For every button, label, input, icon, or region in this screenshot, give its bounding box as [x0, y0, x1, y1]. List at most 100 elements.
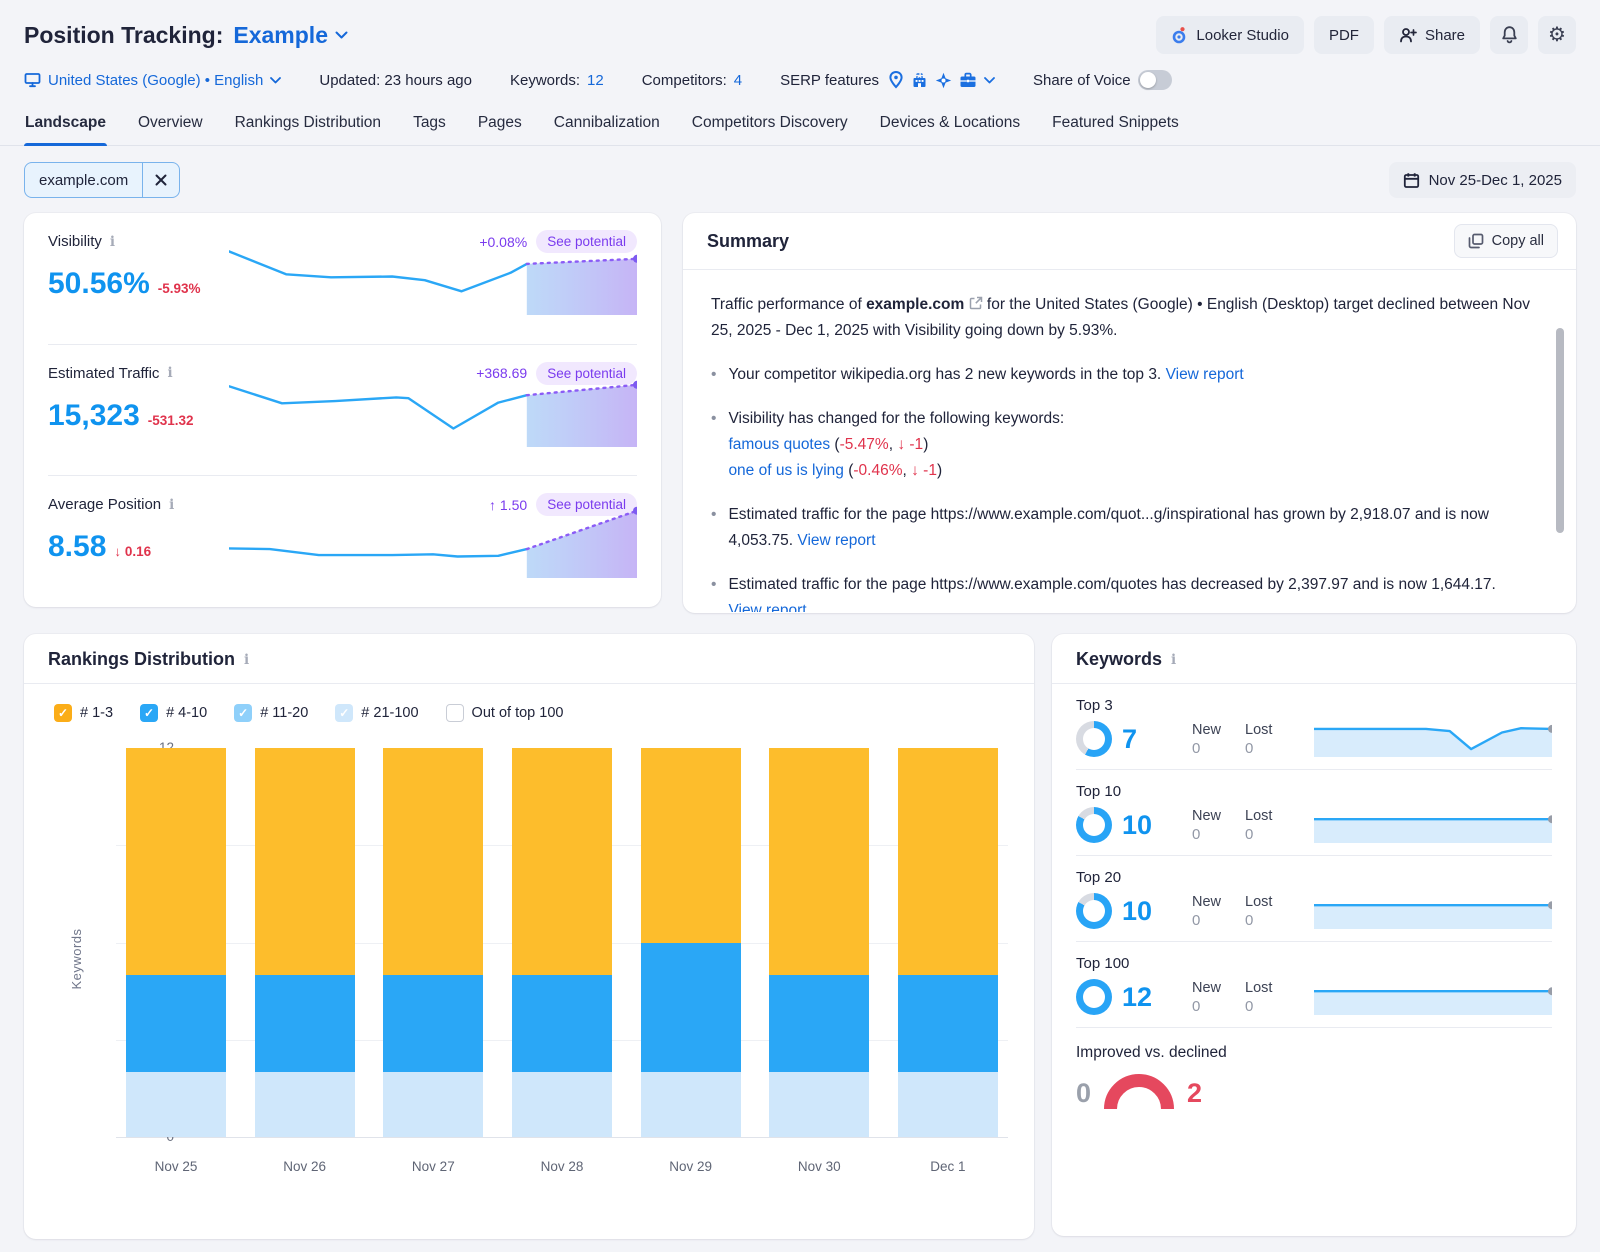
pdf-button[interactable]: PDF — [1313, 16, 1374, 54]
pdf-label: PDF — [1328, 26, 1359, 44]
serp-features[interactable]: SERP features — [780, 71, 995, 89]
locale-label: United States (Google) • English — [48, 71, 264, 89]
summary-title: Summary — [707, 230, 790, 251]
info-icon[interactable]: i — [110, 234, 115, 250]
x-axis-labels: Nov 25 Nov 26 Nov 27 Nov 28 Nov 29 Nov 3… — [126, 1159, 998, 1174]
settings-button[interactable]: ⚙ — [1538, 16, 1576, 54]
tab-featured-snippets[interactable]: Featured Snippets — [1051, 110, 1180, 145]
project-selector[interactable]: Example — [233, 22, 348, 49]
top20-donut — [1076, 893, 1112, 929]
keywords-label: Keywords: — [510, 71, 581, 89]
external-link-icon[interactable] — [969, 296, 983, 310]
declined-count: 2 — [1187, 1078, 1203, 1108]
view-report-link[interactable]: View report — [728, 602, 806, 612]
lost-value: 0 — [1245, 997, 1254, 1015]
x-label: Dec 1 — [930, 1159, 966, 1174]
share-of-voice: Share of Voice — [1033, 70, 1172, 90]
legend-item-out-of-top-100[interactable]: Out of top 100 — [445, 704, 563, 722]
comma: , — [902, 462, 912, 479]
filter-row: example.com Nov 25-Dec 1, 2025 — [0, 146, 1600, 198]
legend-item-11-20[interactable]: ✓ # 11-20 — [234, 704, 308, 722]
tab-competitors-discovery[interactable]: Competitors Discovery — [691, 110, 849, 145]
y-axis-label: Keywords — [69, 928, 85, 990]
lost-label: Lost — [1245, 721, 1273, 738]
info-icon[interactable]: i — [244, 652, 249, 668]
top20-label: Top 20 — [1076, 869, 1122, 886]
paren: ) — [936, 462, 943, 479]
domain-chip-label[interactable]: example.com — [25, 163, 144, 197]
bar-dec-1[interactable] — [897, 748, 998, 1137]
bar-segment — [383, 748, 484, 975]
checkbox-21-100[interactable]: ✓ — [335, 704, 354, 722]
bar-nov-25[interactable] — [126, 748, 226, 1137]
summary-scrollbar[interactable] — [1556, 328, 1564, 533]
locale-selector[interactable]: United States (Google) • English — [24, 71, 282, 89]
top3-count: 7 — [1122, 723, 1138, 754]
tab-tags[interactable]: Tags — [412, 110, 447, 145]
bar-segment — [254, 974, 355, 1073]
bar-nov-27[interactable] — [383, 748, 484, 1137]
keyword-link-one-of-us[interactable]: one of us is lying — [728, 462, 843, 479]
gear-icon: ⚙ — [1548, 24, 1566, 46]
top100-sparkline — [1314, 979, 1552, 1015]
info-icon[interactable]: i — [1171, 652, 1176, 668]
improved-count: 0 — [1076, 1078, 1092, 1108]
checkbox-11-20[interactable]: ✓ — [234, 704, 253, 722]
checkbox-4-10[interactable]: ✓ — [140, 704, 159, 722]
date-range-label: Nov 25-Dec 1, 2025 — [1428, 171, 1562, 189]
bar-segment — [126, 974, 226, 1073]
share-of-voice-toggle[interactable] — [1137, 70, 1172, 90]
summary-bullet-page-grown: Estimated traffic for the page https://w… — [711, 502, 1530, 554]
copy-all-button[interactable]: Copy all — [1453, 224, 1558, 258]
meta-row: United States (Google) • English Updated… — [24, 70, 1576, 90]
tab-devices-locations[interactable]: Devices & Locations — [879, 110, 1021, 145]
chip-close-button[interactable] — [143, 163, 179, 197]
checkbox-out-of-top-100[interactable] — [445, 704, 464, 722]
info-icon[interactable]: i — [167, 365, 172, 381]
bar-nov-30[interactable] — [769, 748, 870, 1137]
tab-landscape[interactable]: Landscape — [24, 110, 107, 146]
date-range-picker[interactable]: Nov 25-Dec 1, 2025 — [1388, 162, 1576, 198]
legend-item-21-100[interactable]: ✓ # 21-100 — [335, 704, 419, 722]
position-sparkline — [229, 504, 637, 579]
improved-vs-declined: Improved vs. declined 0 2 — [1076, 1027, 1552, 1125]
looker-studio-button[interactable]: Looker Studio — [1156, 16, 1304, 54]
hotel-pack-icon — [911, 72, 928, 89]
close-icon — [155, 174, 167, 186]
competitors-value-link[interactable]: 4 — [734, 72, 742, 89]
new-label: New — [1192, 893, 1222, 910]
share-button[interactable]: Share — [1383, 16, 1480, 54]
visibility-label: Visibility — [48, 233, 102, 250]
summary-domain: example.com — [866, 296, 965, 313]
share-of-voice-label: Share of Voice — [1033, 71, 1131, 89]
bar-nov-28[interactable] — [511, 748, 612, 1137]
view-report-link[interactable]: View report — [1166, 366, 1244, 383]
x-label: Nov 28 — [540, 1159, 584, 1174]
tab-rankings-distribution[interactable]: Rankings Distribution — [234, 110, 382, 145]
tab-overview[interactable]: Overview — [137, 110, 204, 145]
bar-nov-26[interactable] — [254, 748, 355, 1137]
checkbox-1-3[interactable]: ✓ — [54, 704, 72, 722]
legend-item-4-10[interactable]: ✓ # 4-10 — [140, 704, 207, 722]
position-tracking-page: Position Tracking: Example Looker Studio — [0, 0, 1600, 1252]
title-row: Position Tracking: Example Looker Studio — [24, 16, 1576, 54]
notifications-button[interactable] — [1490, 16, 1528, 54]
bar-nov-29[interactable] — [640, 748, 741, 1137]
bullet-text: Estimated traffic for the page https://w… — [728, 576, 1496, 593]
tab-pages[interactable]: Pages — [477, 110, 523, 145]
paren: ( — [830, 436, 840, 453]
bar-segment — [640, 942, 741, 1073]
keyword-change-pos: ↓ -1 — [897, 436, 924, 453]
view-report-link[interactable]: View report — [797, 532, 875, 549]
keyword-link-famous-quotes[interactable]: famous quotes — [728, 436, 830, 453]
competitors-label: Competitors: — [641, 71, 727, 89]
topbar: Position Tracking: Example Looker Studio — [0, 0, 1600, 90]
tab-cannibalization[interactable]: Cannibalization — [553, 110, 661, 145]
visibility-value: 50.56% — [48, 267, 150, 300]
calendar-icon — [1403, 172, 1420, 189]
legend-item-1-3[interactable]: ✓ # 1-3 — [54, 704, 113, 722]
bar-segment — [383, 974, 484, 1073]
top100-donut — [1076, 979, 1112, 1015]
keywords-value-link[interactable]: 12 — [587, 72, 604, 89]
info-icon[interactable]: i — [169, 497, 174, 513]
